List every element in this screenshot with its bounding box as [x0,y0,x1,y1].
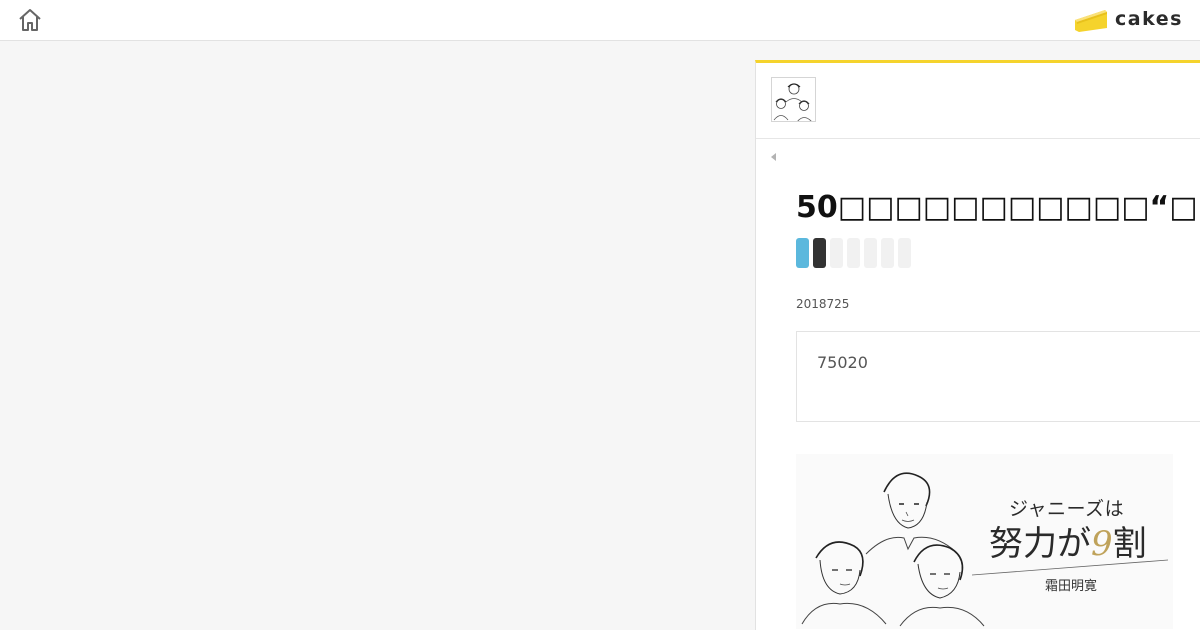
banner-author: 霜田明寛 [1045,579,1098,594]
series-thumbnail[interactable] [771,77,816,122]
article-title: 50□□□□□□□□□□□“□□□□□□□ [796,190,1200,225]
book-banner[interactable]: ジャニーズは 努力が9割 霜田明寛 [796,454,1173,629]
share-button-3[interactable] [830,238,843,268]
series-header [756,63,1200,139]
banner-line2-accent: 9 [1091,524,1113,564]
price-text: 75020 [817,353,868,372]
back-arrow-icon[interactable] [771,151,781,163]
publish-date: 2018725 [796,297,850,311]
share-button-5[interactable] [864,238,877,268]
article-panel: 50□□□□□□□□□□□“□□□□□□□ 2018725 75020 [755,60,1200,630]
share-button-4[interactable] [847,238,860,268]
share-button-1[interactable] [796,238,809,268]
top-bar: cakes [0,0,1200,41]
banner-line2-prefix: 努力が [989,524,1091,564]
share-button-7[interactable] [898,238,911,268]
logo-text: cakes [1115,8,1183,30]
banner-line2-suffix: 割 [1112,524,1147,564]
banner-line2: 努力が9割 [989,516,1147,565]
cakes-logo[interactable]: cakes [1073,5,1193,35]
price-box[interactable]: 75020 [796,331,1200,422]
home-icon[interactable] [17,7,43,33]
cake-icon [1075,10,1107,32]
share-button-6[interactable] [881,238,894,268]
share-button-2[interactable] [813,238,826,268]
